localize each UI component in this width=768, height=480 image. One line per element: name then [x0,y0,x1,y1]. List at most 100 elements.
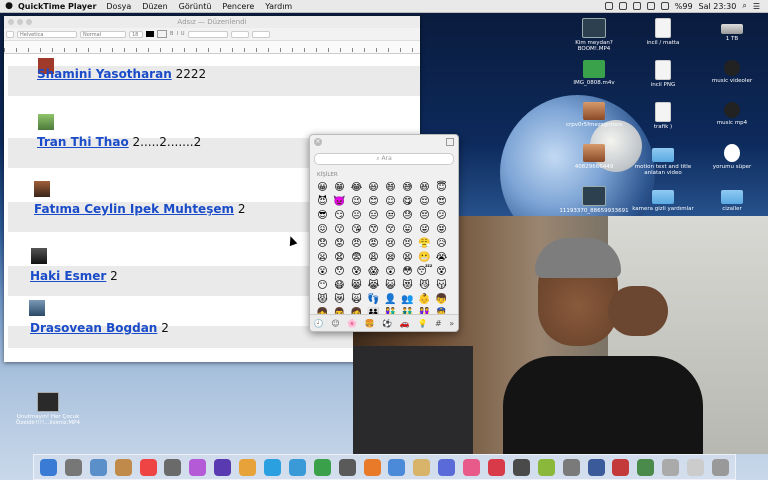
desktop-icon-video[interactable]: 11193370_88659933691 [559,186,629,214]
dock-app-icon[interactable] [214,458,232,476]
emoji-category-tab[interactable]: » [449,319,454,328]
emoji-cell[interactable]: 😓 [399,209,416,223]
wifi-icon[interactable] [646,2,655,10]
dock-app-icon[interactable] [463,458,481,476]
dock-app-icon[interactable] [487,458,505,476]
line-spacing-select[interactable] [230,30,249,38]
emoji-cell[interactable]: 😅 [399,181,416,195]
desktop-icon-folder[interactable]: kamera gizli yardımlar [628,186,698,212]
entry-name-link[interactable]: Shamini Yasotharan [37,67,172,81]
text-color-swatch[interactable] [146,31,154,37]
emoji-cell[interactable]: 😖 [314,223,331,237]
emoji-cell[interactable]: 😌 [416,195,433,209]
emoji-cell[interactable]: 😢 [382,237,399,251]
font-style-select[interactable]: Normal [80,30,126,38]
highlight-color-swatch[interactable] [157,30,167,38]
dock-app-icon[interactable] [388,458,406,476]
menubar-clock[interactable]: Sal 23:30 [699,2,737,11]
italic-button[interactable]: I [176,31,177,37]
dock-app-icon[interactable] [288,458,306,476]
emoji-cell[interactable]: 😨 [348,251,365,265]
dock-app-icon[interactable] [587,458,605,476]
dock-app-icon[interactable] [363,458,381,476]
dock-app-icon[interactable] [687,458,705,476]
emoji-cell[interactable]: 😴 [416,265,433,279]
dock-app-icon[interactable] [64,458,82,476]
emoji-cell[interactable]: 😉 [348,195,365,209]
emoji-cell[interactable]: 😺 [382,279,399,293]
emoji-cell[interactable]: 😥 [433,237,450,251]
emoji-cell[interactable]: 😃 [365,181,382,195]
emoji-cell[interactable]: 😗 [331,223,348,237]
desktop-icon-drive[interactable]: 1 TB [697,18,767,42]
emoji-cell[interactable]: 😋 [399,195,416,209]
emoji-cell[interactable]: 😡 [365,237,382,251]
emoji-cell[interactable]: ☺ [382,195,399,209]
emoji-cell[interactable]: 😑 [365,209,382,223]
dock-app-icon[interactable] [662,458,680,476]
menu-view[interactable]: Görüntü [179,2,212,11]
emoji-cell[interactable]: 😠 [348,237,365,251]
emoji-cell[interactable]: 😄 [382,181,399,195]
emoji-cell[interactable]: 😎 [314,209,331,223]
emoji-cell[interactable]: 😱 [365,265,382,279]
list-select[interactable] [251,30,270,38]
font-family-select[interactable]: Helvetica [17,30,77,38]
dock-app-icon[interactable] [711,458,729,476]
desktop-icon-file[interactable]: incil / matta [628,18,698,46]
menu-window[interactable]: Pencere [222,2,254,11]
dock-app-icon[interactable] [438,458,456,476]
emoji-cell[interactable]: 😸 [348,279,365,293]
emoji-cell[interactable]: 😩 [365,251,382,265]
close-button[interactable] [8,19,14,25]
close-icon[interactable]: × [314,138,322,146]
menu-help[interactable]: Yardım [265,2,292,11]
emoji-cell[interactable]: 😂 [348,181,365,195]
desktop-icon-folder[interactable]: cizaller [697,186,767,212]
emoji-cell[interactable]: 😪 [382,251,399,265]
emoji-category-tab[interactable]: # [435,319,442,328]
underline-button[interactable]: U [181,31,185,37]
entry-name-link[interactable]: Fatıma Ceylin Ipek Muhteşem [34,202,234,216]
emoji-cell[interactable]: 😟 [331,237,348,251]
emoji-cell[interactable]: 😈 [314,195,331,209]
emoji-cell[interactable]: 😙 [365,223,382,237]
emoji-category-tab[interactable]: 💡 [417,319,427,328]
desktop-icon-photo[interactable]: crpv0r5fmezsgnfovs [559,102,629,128]
emoji-cell[interactable]: 😁 [331,181,348,195]
dock-app-icon[interactable] [537,458,555,476]
battery-percent[interactable]: %99 [675,2,693,11]
dock-app-icon[interactable] [612,458,630,476]
entry-name-link[interactable]: Drasovean Bogdan [30,321,157,335]
menu-edit[interactable]: Düzen [142,2,167,11]
emoji-cell[interactable]: 😶 [314,279,331,293]
dock-app-icon[interactable] [39,458,57,476]
dock-app-icon[interactable] [114,458,132,476]
emoji-cell[interactable]: 😲 [382,265,399,279]
emoji-cell[interactable]: 😘 [348,223,365,237]
dock-app-icon[interactable] [89,458,107,476]
emoji-cell[interactable]: 😛 [399,223,416,237]
emoji-cell[interactable]: 😭 [433,251,450,265]
paragraph-style-select[interactable] [6,30,14,38]
emoji-cell[interactable]: 😣 [399,237,416,251]
emoji-cell[interactable]: 😕 [433,209,450,223]
emoji-category-tab[interactable]: ⚽ [382,319,392,328]
emoji-cell[interactable]: 😀 [314,181,331,195]
entry-name-link[interactable]: Tran Thi Thao [37,135,129,149]
desktop-icon-photo[interactable]: 40829666449 [559,144,629,170]
emoji-cell[interactable]: 😤 [416,237,433,251]
emoji-search-input[interactable]: ⌕ Ara [314,153,454,165]
status-icon[interactable] [632,2,641,10]
emoji-category-tab[interactable]: ☺ [331,319,339,328]
emoji-cell[interactable]: 😽 [433,279,450,293]
expand-icon[interactable] [446,138,454,146]
emoji-cell[interactable]: 😻 [399,279,416,293]
alignment-buttons[interactable] [187,30,228,38]
dock-app-icon[interactable] [637,458,655,476]
emoji-cell[interactable]: 🙀 [348,293,365,307]
dock-app-icon[interactable] [263,458,281,476]
emoji-cell[interactable]: 😾 [314,293,331,307]
emoji-cell[interactable]: 😏 [331,209,348,223]
emoji-cell[interactable]: 😆 [416,181,433,195]
